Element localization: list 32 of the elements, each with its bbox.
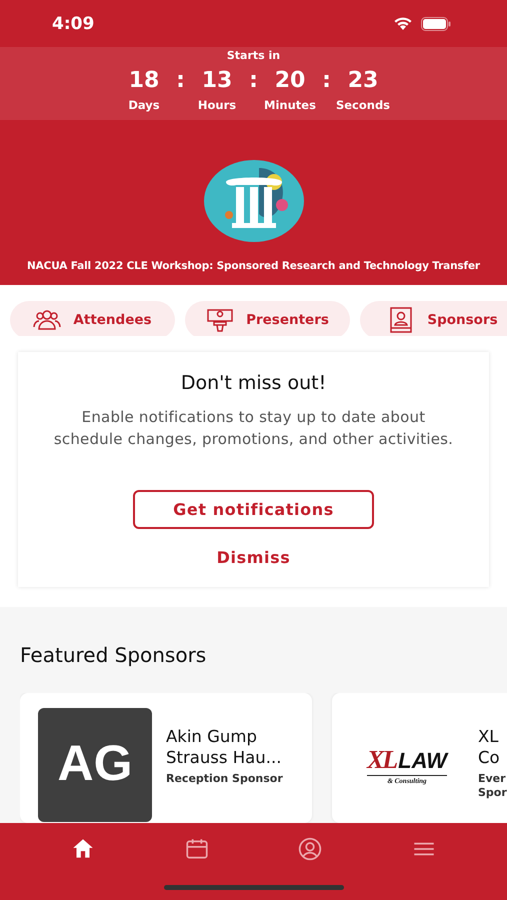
countdown-unit: Days (128, 98, 160, 112)
countdown-label: Starts in (226, 49, 280, 62)
section-heading: Featured Sponsors (20, 643, 208, 667)
countdown-value: 23 (348, 68, 378, 94)
countdown-value: 18 (128, 68, 160, 94)
presenter-icon (206, 307, 234, 333)
time-separator: : (176, 68, 186, 94)
wifi-icon (393, 16, 413, 31)
countdown-unit: Seconds (336, 98, 390, 112)
profile-icon (297, 836, 324, 862)
quick-link-button[interactable]: Attendees (10, 301, 175, 336)
sponsor-logo: AG (38, 708, 152, 822)
card-text: Enable notifications to stay up to date about schedule changes, promotions, and other activities. (52, 407, 454, 450)
dismiss-button[interactable]: Dismiss (212, 544, 294, 572)
quick-link-button[interactable]: Sponsors (360, 301, 507, 336)
sponsor-name: XL Co (478, 726, 501, 768)
get-notifications-button[interactable]: Get notifications (133, 490, 374, 530)
battery-icon (421, 16, 451, 30)
card-title: Don't miss out! (180, 372, 326, 394)
status-time: 4:09 (52, 14, 94, 34)
sponsor-role: Reception Sponsor (166, 772, 283, 786)
quick-link-button[interactable]: Presenters (185, 301, 350, 336)
countdown-value: 13 (202, 68, 232, 94)
time-separator: : (322, 68, 332, 94)
sponsor-role: Ever Spor (478, 772, 507, 800)
event-title: NACUA Fall 2022 CLE Workshop: Sponsored Research and Technology Transfer (27, 260, 480, 272)
time-separator: : (248, 68, 258, 94)
countdown-unit: Hours (198, 98, 236, 112)
sponsor-card[interactable]: AG Akin Gump Strauss Hau... Reception Sponsor (20, 693, 312, 823)
sponsor-name: Akin Gump Strauss Hau... (166, 726, 282, 768)
countdown-unit: Minutes (264, 98, 316, 112)
countdown-value: 20 (274, 68, 306, 94)
